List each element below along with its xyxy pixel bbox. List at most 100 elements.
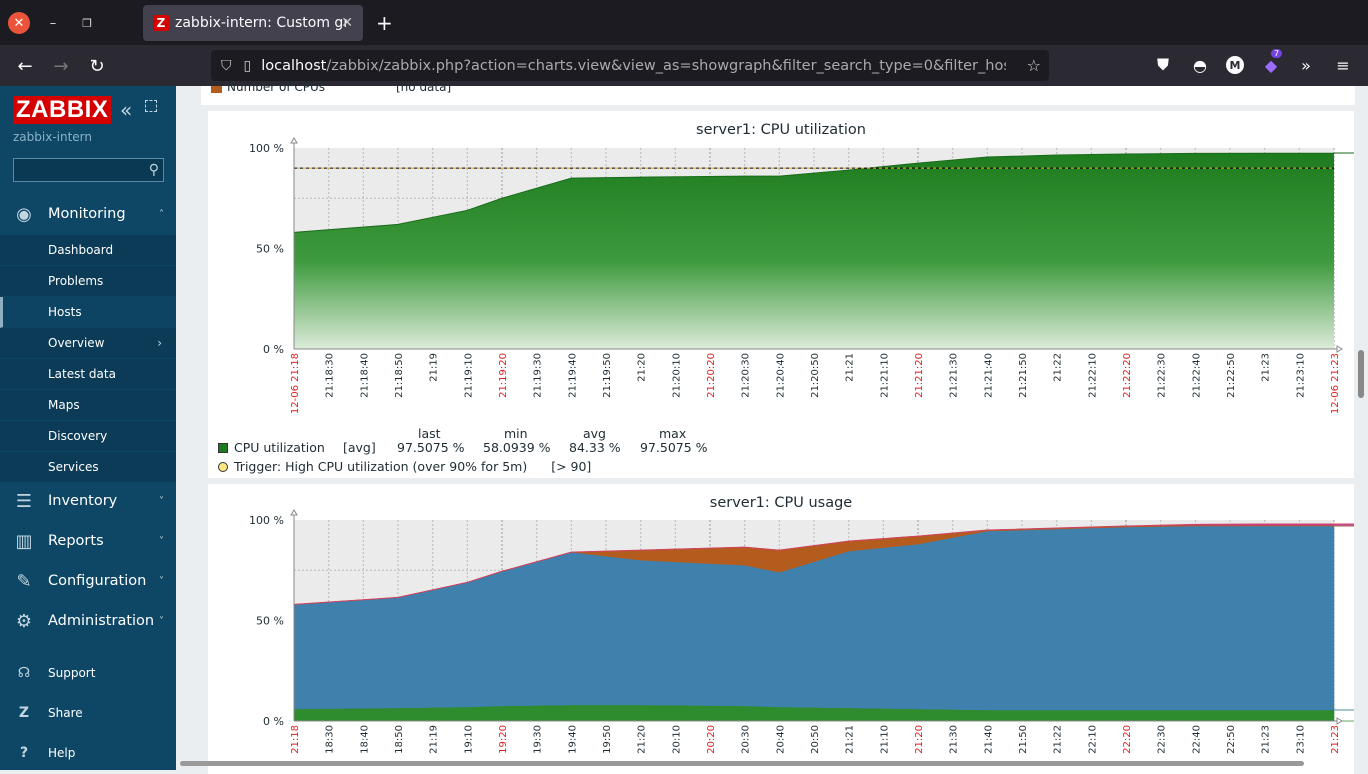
- x-tick-label: 22:40: [1191, 725, 1202, 754]
- menu-reports[interactable]: ▥ Reports ˅: [0, 521, 176, 561]
- x-tick-label: 22:30: [1157, 725, 1168, 754]
- chevron-down-icon: ˅: [159, 495, 164, 507]
- horizontal-scrollbar[interactable]: [180, 761, 1304, 766]
- x-tick-label: 19:50: [602, 725, 613, 754]
- wrench-icon: ✎: [16, 570, 32, 592]
- submenu-item-overview[interactable]: Overview ›: [0, 328, 176, 359]
- submenu-item-services[interactable]: Services: [0, 452, 176, 483]
- menu-reports-label: Reports: [48, 533, 104, 549]
- x-tick-label: 21:19:10: [463, 353, 474, 398]
- x-tick-label: 20:20: [706, 725, 717, 754]
- legend-header-avg: avg: [583, 426, 606, 441]
- profile-avatar[interactable]: M: [1226, 56, 1244, 74]
- menu-configuration[interactable]: ✎ Configuration ˅: [0, 561, 176, 601]
- data-point: [640, 176, 642, 178]
- shield-icon[interactable]: ⛉: [221, 58, 232, 74]
- extension-icon[interactable]: ◆ 7: [1261, 49, 1283, 75]
- x-tick-label: 21:22:20: [1122, 353, 1133, 398]
- cpu-utilization-chart[interactable]: 100 % 50 % 0 % 12-06 21:18 21:18:30 21:18:40 2…: [208, 111, 1354, 431]
- submenu-item-maps[interactable]: Maps: [0, 390, 176, 421]
- chevron-down-icon: ˅: [159, 615, 164, 627]
- legend-header-last: last: [418, 426, 441, 441]
- search-icon[interactable]: ⚲: [149, 162, 159, 178]
- y-tick-label: 100 %: [249, 142, 284, 155]
- back-button[interactable]: ←: [13, 54, 37, 78]
- menu-administration[interactable]: ⚙ Administration ˅: [0, 601, 176, 641]
- kiosk-mode-icon[interactable]: [145, 100, 157, 112]
- x-tick-label: 21:23: [1330, 725, 1341, 754]
- x-tick-label: 20:50: [810, 725, 821, 754]
- submenu-item-problems[interactable]: Problems: [0, 266, 176, 297]
- zabbix-logo[interactable]: ZABBIX: [13, 96, 112, 124]
- y-tick-label: 0 %: [263, 715, 284, 728]
- submenu-label: Maps: [48, 398, 80, 412]
- series-last: 97.5075 %: [397, 440, 465, 455]
- hamburger-menu-icon[interactable]: ≡: [1333, 55, 1353, 75]
- page-info-icon[interactable]: ▯: [244, 58, 252, 74]
- browser-tab[interactable]: Z zabbix-intern: Custom graphs ✕: [143, 5, 363, 41]
- pocket-icon[interactable]: ⛊: [1153, 55, 1173, 75]
- x-tick-label: 21:19: [429, 353, 440, 382]
- submenu-item-latest-data[interactable]: Latest data: [0, 359, 176, 390]
- legend-trigger: Trigger: High CPU utilization (over 90% …: [218, 459, 591, 474]
- x-tick-label: 18:50: [394, 725, 405, 754]
- help-label: Help: [48, 746, 76, 760]
- x-tick-label: 19:10: [463, 725, 474, 754]
- x-tick-label: 21:20:40: [775, 353, 786, 398]
- collapse-sidebar-icon[interactable]: «: [120, 98, 132, 122]
- menu-monitoring[interactable]: ◉ Monitoring ˄: [0, 194, 176, 234]
- gear-icon: ⚙: [15, 610, 33, 632]
- legend-header-max: max: [659, 426, 687, 441]
- tab-close-icon[interactable]: ✕: [341, 15, 353, 31]
- graph-cpu-utilization: server1: CPU utilization 100 % 50 % 0 % 12-…: [208, 111, 1354, 478]
- window-close-button[interactable]: ✕: [8, 12, 30, 34]
- url-bar[interactable]: ⛉ ▯ localhost /zabbix/zabbix.php?action=…: [211, 50, 1049, 81]
- window-minimize-button[interactable]: –: [42, 12, 64, 34]
- data-point: [1333, 152, 1335, 154]
- menu-inventory[interactable]: ☰ Inventory ˅: [0, 481, 176, 521]
- sidebar-search-input[interactable]: ⚲: [13, 158, 164, 182]
- x-tick-label: 21:22:50: [1226, 353, 1237, 398]
- submenu-label: Services: [48, 460, 99, 474]
- x-tick-label: 21:23:10: [1295, 353, 1306, 398]
- bookmark-star-icon[interactable]: ☆: [1027, 56, 1041, 75]
- x-tick-label: 18:30: [325, 725, 336, 754]
- trigger-swatch: [218, 462, 228, 472]
- submenu-label: Discovery: [48, 429, 108, 443]
- x-tick-label: 21:20: [637, 725, 648, 754]
- vertical-scrollbar[interactable]: [1358, 350, 1364, 398]
- x-tick-label: 21:22:30: [1157, 353, 1168, 398]
- menu-support[interactable]: ☊ Support: [0, 658, 176, 688]
- incognito-icon[interactable]: ◓: [1190, 55, 1210, 75]
- menu-share[interactable]: Z Share: [0, 698, 176, 728]
- chevron-up-icon: ˄: [159, 208, 164, 220]
- data-point: [744, 175, 746, 177]
- headset-icon: ☊: [17, 665, 31, 681]
- x-tick-label: 21:20:50: [810, 353, 821, 398]
- x-tick-label: 21:19:40: [567, 353, 578, 398]
- main-content: Number of CPUs [no data] server1: CPU ut…: [176, 80, 1368, 774]
- forward-button[interactable]: →: [49, 54, 73, 78]
- new-tab-button[interactable]: +: [376, 11, 393, 35]
- data-point: [848, 169, 850, 171]
- y-tick-label: 0 %: [263, 343, 284, 356]
- overflow-menu-icon[interactable]: »: [1296, 55, 1316, 75]
- submenu-item-discovery[interactable]: Discovery: [0, 421, 176, 452]
- submenu-label: Latest data: [48, 367, 116, 381]
- x-tick-label: 21:19: [429, 725, 440, 754]
- cpu-usage-chart[interactable]: 100 % 50 % 0 % 21:18 18:30 18:40 18:50 21:19 19:…: [208, 484, 1354, 774]
- submenu-item-dashboard[interactable]: Dashboard: [0, 235, 176, 266]
- share-icon: Z: [18, 705, 30, 721]
- x-tick-label: 20:30: [741, 725, 752, 754]
- y-tick-label: 50 %: [256, 615, 284, 628]
- x-tick-label: 21:21: [845, 353, 856, 382]
- data-point: [1056, 154, 1058, 156]
- submenu-label: Problems: [48, 274, 104, 288]
- window-maximize-button[interactable]: ❐: [76, 12, 98, 34]
- x-tick-label: 20:10: [671, 725, 682, 754]
- reload-button[interactable]: ↻: [85, 54, 109, 78]
- monitoring-submenu: Dashboard Problems Hosts Overview › Lates…: [0, 235, 176, 483]
- x-tick-label: 21:20: [637, 353, 648, 382]
- submenu-item-hosts[interactable]: Hosts: [0, 297, 176, 328]
- menu-help[interactable]: ? Help: [0, 738, 176, 768]
